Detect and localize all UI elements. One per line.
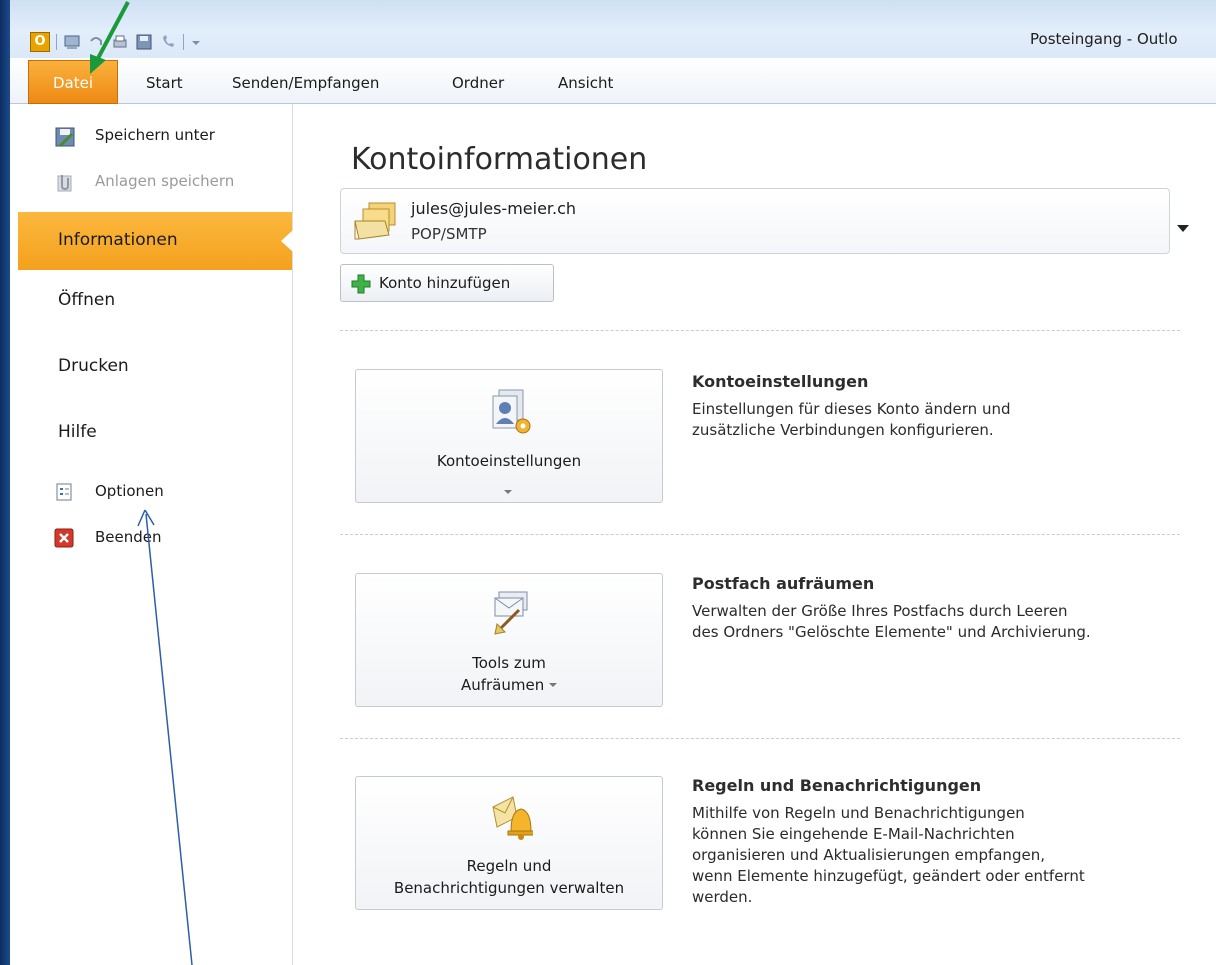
rules-button-label-1: Regeln und — [466, 857, 552, 875]
divider — [340, 534, 1180, 535]
cleanup-button-label-2: Aufräumen — [356, 674, 662, 696]
print-label: Drucken — [58, 356, 129, 376]
description-line: organisieren und Aktualisierungen empfan… — [692, 846, 1045, 864]
section-title: Kontoeinstellungen — [692, 372, 869, 391]
chevron-down-icon[interactable] — [1177, 218, 1189, 237]
save-attachments-label: Anlagen speichern — [95, 172, 235, 190]
tab-file[interactable]: Datei — [28, 60, 118, 104]
account-type: POP/SMTP — [411, 225, 487, 243]
exit-button[interactable]: Beenden — [18, 528, 292, 554]
save-as-icon[interactable] — [135, 33, 153, 51]
tab-folder[interactable]: Ordner — [452, 74, 504, 92]
customize-toolbar-icon[interactable] — [190, 33, 208, 51]
phone-icon[interactable] — [159, 33, 177, 51]
divider — [340, 330, 1180, 331]
window-title: Posteingang - Outlo — [1030, 30, 1178, 48]
send-receive-icon[interactable] — [63, 33, 81, 51]
add-account-button[interactable]: Konto hinzufügen — [340, 264, 554, 302]
section-title: Postfach aufräumen — [692, 574, 875, 593]
account-settings-button[interactable]: Kontoeinstellungen — [355, 369, 663, 503]
save-as-icon — [54, 126, 76, 152]
selection-pointer — [281, 230, 293, 252]
undo-icon[interactable] — [87, 33, 105, 51]
account-settings-icon — [489, 388, 533, 440]
description-line: des Ordners "Gelöschte Elemente" und Arc… — [692, 623, 1091, 641]
description-line: Mithilfe von Regeln und Benachrichtigung… — [692, 804, 1025, 822]
page-title: Kontoinformationen — [351, 142, 648, 177]
chevron-down-icon — [549, 683, 558, 687]
print-icon[interactable] — [111, 33, 129, 51]
section-description: Verwalten der Größe Ihres Postfachs durc… — [692, 601, 1182, 643]
account-info-panel: Kontoinformationen jules@jules-meier.ch … — [293, 104, 1216, 965]
save-as-button[interactable]: Speichern unter — [18, 126, 292, 152]
backstage-sidebar: Speichern unter Anlagen speichern Inform… — [18, 104, 293, 965]
close-icon — [54, 528, 74, 552]
cleanup-button-label-text: Aufräumen — [460, 676, 545, 694]
cleanup-button-label-1: Tools zum — [472, 654, 546, 672]
toolbar-separator — [56, 34, 57, 50]
description-line: können Sie eingehende E-Mail-Nachrichten — [692, 825, 1015, 843]
rules-alerts-button[interactable]: Regeln und Benachrichtigungen verwalten — [355, 776, 663, 910]
account-settings-button-label: Kontoeinstellungen — [436, 452, 582, 470]
save-as-label: Speichern unter — [95, 126, 215, 144]
window-frame-left — [0, 0, 10, 965]
save-attachments-button[interactable]: Anlagen speichern — [18, 172, 292, 198]
ribbon-tab-bar: Start Senden/Empfangen Ordner Ansicht — [10, 58, 1216, 104]
exit-label: Beenden — [95, 528, 162, 546]
sidebar-item-info[interactable]: Informationen — [18, 212, 293, 270]
sidebar-item-help[interactable]: Hilfe — [18, 422, 292, 452]
description-line: werden. — [692, 888, 753, 906]
chevron-down-icon — [504, 480, 512, 499]
tab-send-receive[interactable]: Senden/Empfangen — [232, 74, 379, 92]
plus-icon — [351, 274, 371, 298]
rules-bell-icon — [489, 793, 535, 845]
info-label: Informationen — [58, 230, 178, 250]
open-label: Öffnen — [58, 290, 116, 310]
options-icon — [54, 482, 74, 506]
sidebar-item-print[interactable]: Drucken — [18, 356, 292, 386]
cleanup-tools-button[interactable]: Tools zum Aufräumen — [355, 573, 663, 707]
tab-view[interactable]: Ansicht — [558, 74, 613, 92]
description-line: Verwalten der Größe Ihres Postfachs durc… — [692, 602, 1068, 620]
sidebar-item-open[interactable]: Öffnen — [18, 290, 292, 320]
quick-access-toolbar: O — [30, 32, 208, 52]
mail-folder-icon — [351, 199, 401, 251]
description-line: wenn Elemente hinzugefügt, geändert oder… — [692, 867, 1085, 885]
help-label: Hilfe — [58, 422, 97, 442]
account-selector[interactable]: jules@jules-meier.ch POP/SMTP — [340, 188, 1170, 254]
section-title: Regeln und Benachrichtigungen — [692, 776, 982, 795]
attachments-icon — [54, 172, 76, 198]
description-line: Einstellungen für dieses Konto ändern un… — [692, 400, 1011, 418]
cleanup-icon — [489, 588, 533, 640]
section-description: Mithilfe von Regeln und Benachrichtigung… — [692, 803, 1182, 908]
options-button[interactable]: Optionen — [18, 482, 292, 508]
rules-button-label-2: Benachrichtigungen verwalten — [393, 879, 625, 897]
add-account-label: Konto hinzufügen — [379, 274, 511, 292]
section-description: Einstellungen für dieses Konto ändern un… — [692, 399, 1182, 441]
outlook-app-icon[interactable]: O — [30, 32, 50, 52]
options-label: Optionen — [95, 482, 164, 500]
tab-start[interactable]: Start — [146, 74, 183, 92]
divider — [340, 738, 1180, 739]
description-line: zusätzliche Verbindungen konfigurieren. — [692, 421, 994, 439]
account-email: jules@jules-meier.ch — [411, 199, 577, 218]
toolbar-separator — [183, 34, 184, 50]
